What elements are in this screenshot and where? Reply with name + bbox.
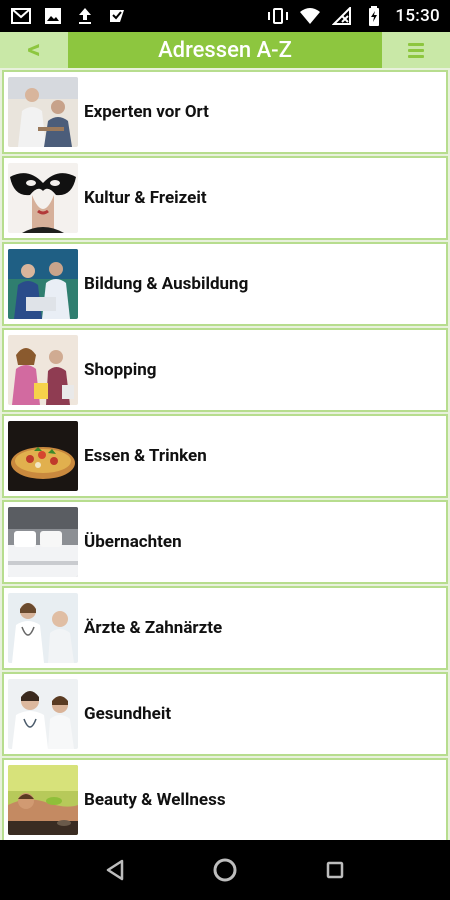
pizza-photo-icon — [8, 421, 78, 491]
list-item-aerzte[interactable]: Ärzte & Zahnärzte — [2, 586, 448, 670]
list-item-shopping[interactable]: Shopping — [2, 328, 448, 412]
list-item-label: Übernachten — [84, 532, 182, 552]
battery-charging-icon — [363, 6, 385, 26]
list-item-beauty[interactable]: Beauty & Wellness — [2, 758, 448, 842]
upload-icon — [74, 6, 96, 26]
list-item-label: Gesundheit — [84, 704, 172, 724]
page-title: Adressen A-Z — [158, 37, 292, 63]
hotel-bed-photo-icon — [8, 507, 78, 577]
list-item-label: Essen & Trinken — [84, 446, 207, 466]
list-item-gesundheit[interactable]: Gesundheit — [2, 672, 448, 756]
list-item-label: Ärzte & Zahnärzte — [84, 618, 223, 638]
list-item-uebernachten[interactable]: Übernachten — [2, 500, 448, 584]
system-nav-bar — [0, 840, 450, 900]
menu-button[interactable] — [382, 32, 450, 68]
doctors-photo-icon — [8, 593, 78, 663]
app-header: < Adressen A-Z — [0, 32, 450, 68]
list-item-kultur[interactable]: Kultur & Freizeit — [2, 156, 448, 240]
clock: 15:30 — [395, 6, 440, 26]
wellness-photo-icon — [8, 765, 78, 835]
no-signal-icon — [331, 6, 353, 26]
list-item-experten[interactable]: Experten vor Ort — [2, 70, 448, 154]
list-item-label: Shopping — [84, 360, 157, 380]
list-item-label: Beauty & Wellness — [84, 790, 226, 810]
education-photo-icon — [8, 249, 78, 319]
experts-photo-icon — [8, 77, 78, 147]
culture-mask-photo-icon — [8, 163, 78, 233]
wifi-icon — [299, 6, 321, 26]
gmail-icon — [10, 6, 32, 26]
nav-home-circle-icon — [213, 858, 237, 882]
nav-back-triangle-icon — [106, 859, 124, 881]
back-button[interactable]: < — [0, 32, 68, 68]
list-item-essen[interactable]: Essen & Trinken — [2, 414, 448, 498]
nav-recents-button[interactable] — [315, 850, 355, 890]
image-icon — [42, 6, 64, 26]
vibrate-icon — [267, 6, 289, 26]
list-item-bildung[interactable]: Bildung & Ausbildung — [2, 242, 448, 326]
hamburger-icon — [408, 42, 424, 58]
nav-home-button[interactable] — [205, 850, 245, 890]
list-item-label: Bildung & Ausbildung — [84, 274, 249, 294]
vote-check-icon — [106, 6, 128, 26]
category-list: Experten vor Ort Kultur & Freizeit Bildu… — [0, 68, 450, 842]
shopping-photo-icon — [8, 335, 78, 405]
list-item-label: Kultur & Freizeit — [84, 188, 207, 208]
nav-back-button[interactable] — [95, 850, 135, 890]
health-photo-icon — [8, 679, 78, 749]
back-chevron-icon: < — [27, 35, 41, 65]
list-item-label: Experten vor Ort — [84, 102, 209, 122]
status-bar: 15:30 — [0, 0, 450, 32]
nav-recents-square-icon — [326, 861, 344, 879]
